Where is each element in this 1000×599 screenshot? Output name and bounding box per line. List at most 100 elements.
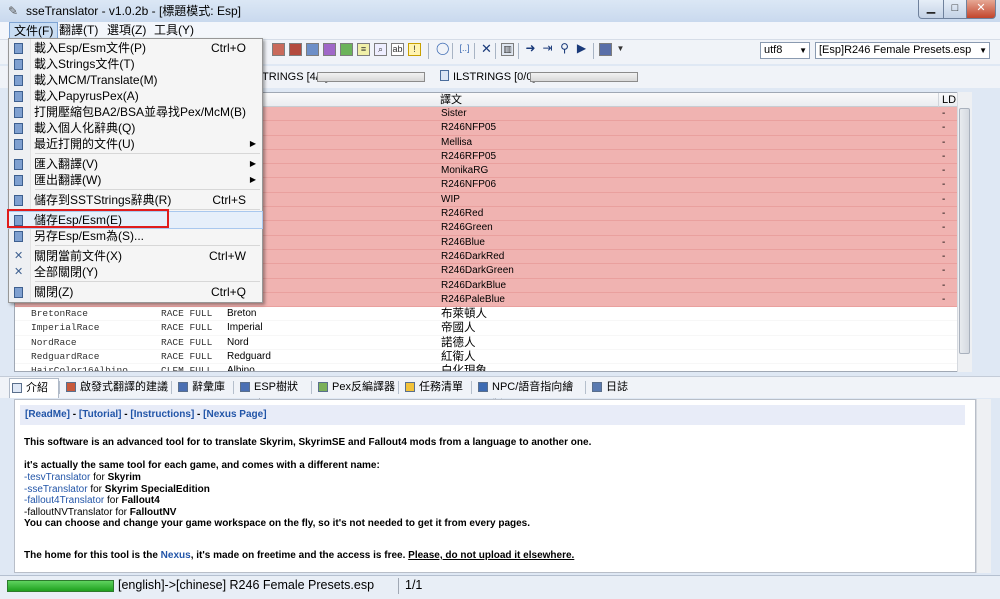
tab[interactable]: 啟發式翻譯的建議: [64, 378, 168, 398]
submenu-arrow-icon: ▶: [249, 175, 256, 184]
nexus-link[interactable]: Nexus: [161, 550, 191, 561]
source-cell: Imperial: [227, 322, 263, 334]
type-cell: CLFM FULL: [161, 365, 213, 372]
toolbar-separator: [593, 43, 594, 59]
table-row[interactable]: BretonRace RACE FULL Breton 布萊頓人: [15, 307, 971, 322]
table-row[interactable]: NordRace RACE FULL Nord 諾德人: [15, 336, 971, 351]
menu-item[interactable]: 載入Strings文件(T): [9, 56, 262, 72]
translation-cell: R246NFP05: [441, 122, 497, 134]
translation-cell: 白化現象: [441, 365, 487, 372]
import-arrow-icon[interactable]: ➜: [524, 42, 537, 56]
menu-item[interactable]: 載入個人化辭典(Q): [9, 120, 262, 136]
menu-item[interactable]: 打開壓縮包BA2/BSA並尋找Pex/McM(B): [9, 104, 262, 120]
file-select[interactable]: [Esp]R246 Female Presets.esp ▼: [815, 42, 990, 59]
settings-icon[interactable]: [599, 43, 612, 56]
file-menu: 載入Esp/Esm文件(P) Ctrl+O 載入Strings文件(T) 載入MCM/…: [8, 38, 263, 303]
submenu-arrow-icon: ▶: [249, 159, 256, 168]
edid-cell: NordRace: [31, 336, 77, 348]
intro-paragraph: it's actually the same tool for each gam…: [24, 460, 380, 471]
tab-label: Pex反編譯器: [332, 381, 395, 393]
comment-icon[interactable]: ◯: [436, 42, 449, 56]
menu-item-label: 匯出翻譯(W): [34, 173, 102, 187]
tab[interactable]: ESP樹狀表: [238, 378, 308, 411]
maximize-button[interactable]: □: [943, 0, 967, 19]
menu-item[interactable]: 關閉(Z) Ctrl+Q: [9, 284, 262, 300]
nexus-page-link[interactable]: [Nexus Page]: [203, 409, 266, 420]
search-icon[interactable]: ⚲: [558, 42, 571, 56]
tutorial-link[interactable]: [Tutorial]: [79, 409, 122, 420]
run-icon[interactable]: ▶: [575, 42, 588, 56]
menu-item[interactable]: 載入Esp/Esm文件(P) Ctrl+O: [9, 40, 262, 56]
color-red-icon[interactable]: [272, 43, 285, 56]
translation-cell: R246PaleBlue: [441, 293, 505, 305]
log-icon: [592, 382, 602, 392]
menu-file[interactable]: 文件(F): [9, 22, 59, 39]
table-row[interactable]: ImperialRace RACE FULL Imperial 帝國人: [15, 321, 971, 336]
warning-icon[interactable]: !: [408, 43, 421, 56]
tool-name[interactable]: -fallout4Translator: [24, 495, 104, 506]
type-cell: RACE FULL: [161, 322, 213, 334]
find-icon[interactable]: ⌕: [374, 43, 387, 56]
tool-for: for: [90, 472, 108, 483]
readme-link[interactable]: [ReadMe]: [25, 409, 70, 420]
tab[interactable]: 日誌: [590, 378, 632, 398]
tab[interactable]: 辭彙庫: [176, 378, 230, 398]
tab-label: 日誌: [606, 381, 628, 393]
brackets-icon[interactable]: [..]: [458, 43, 471, 56]
menu-item[interactable]: 另存Esp/Esm為(S)...: [9, 228, 262, 244]
menu-options[interactable]: 選項(Z): [103, 22, 150, 39]
open-pex-icon: [14, 91, 23, 102]
menu-item[interactable]: 載入MCM/Translate(M): [9, 72, 262, 88]
close-button[interactable]: ✕: [966, 0, 996, 19]
color-green-icon[interactable]: [340, 43, 353, 56]
source-cell: Redguard: [227, 351, 271, 363]
tool-line: -falloutNVTranslator for FalloutNV: [24, 507, 176, 519]
tab-separator: [471, 381, 472, 394]
type-cell: RACE FULL: [161, 308, 213, 320]
spellcheck-icon[interactable]: ab: [391, 43, 404, 56]
menu-item[interactable]: 匯出翻譯(W) ▶: [9, 172, 262, 188]
export-icon: [14, 175, 23, 186]
table-row[interactable]: HairColor16Albino... CLFM FULL Albino 白化現象: [15, 364, 971, 372]
tab[interactable]: 任務清單: [403, 378, 466, 398]
menu-tools[interactable]: 工具(Y): [150, 22, 198, 39]
menu-item[interactable]: 載入PapyrusPex(A): [9, 88, 262, 104]
menu-item[interactable]: 最近打開的文件(U) ▶: [9, 136, 262, 152]
chevron-down-icon[interactable]: ▼: [614, 43, 627, 56]
menu-translate[interactable]: 翻譯(T): [55, 22, 102, 39]
menu-item[interactable]: ✕ 關閉當前文件(X) Ctrl+W: [9, 248, 262, 264]
minimize-icon: ▁: [926, 2, 936, 14]
menu-item[interactable]: ✕ 全部關閉(Y): [9, 264, 262, 280]
intro-scrollbar[interactable]: [976, 399, 991, 573]
tool-game: Skyrim SpecialEdition: [104, 484, 210, 495]
columns-icon[interactable]: ▥: [501, 43, 514, 56]
minimize-button[interactable]: ▁: [918, 0, 944, 19]
column-header-translation[interactable]: 譯文: [437, 93, 939, 107]
instructions-link[interactable]: [Instructions]: [130, 409, 194, 420]
tab-separator: [311, 381, 312, 394]
tool-name[interactable]: -tesvTranslator: [24, 472, 90, 483]
menu-item[interactable]: 儲存到SSTStrings辭典(R) Ctrl+S: [9, 192, 262, 208]
menu-item-label: 全部關閉(Y): [34, 265, 98, 279]
delete-icon[interactable]: ✕: [480, 42, 493, 56]
menu-item-label: 儲存到SSTStrings辭典(R): [34, 193, 172, 207]
menu-item-label: 匯入翻譯(V): [34, 157, 98, 171]
tool-line: -tesvTranslator for Skyrim: [24, 472, 141, 484]
color-purple-icon[interactable]: [323, 43, 336, 56]
table-row[interactable]: RedguardRace RACE FULL Redguard 紅衛人: [15, 350, 971, 365]
export-arrow-icon[interactable]: ⇥: [541, 42, 554, 56]
translation-cell: MonikaRG: [441, 165, 489, 177]
menu-item[interactable]: 匯入翻譯(V) ▶: [9, 156, 262, 172]
color-blue-icon[interactable]: [306, 43, 319, 56]
ilstrings-label[interactable]: ILSTRINGS [0/0]: [453, 71, 536, 83]
source-cell: Albino: [227, 365, 255, 372]
grid-scrollbar-thumb[interactable]: [959, 108, 970, 354]
tab[interactable]: 介紹: [9, 378, 59, 398]
list-icon[interactable]: ≡: [357, 43, 370, 56]
tab[interactable]: NPC/語音指向繪製: [476, 378, 580, 411]
translation-cell: R246NFP06: [441, 179, 497, 191]
encoding-select[interactable]: utf8 ▼: [760, 42, 810, 59]
tool-name[interactable]: -sseTranslator: [24, 484, 88, 495]
color-darkred-icon[interactable]: [289, 43, 302, 56]
tab[interactable]: Pex反編譯器: [316, 378, 395, 398]
